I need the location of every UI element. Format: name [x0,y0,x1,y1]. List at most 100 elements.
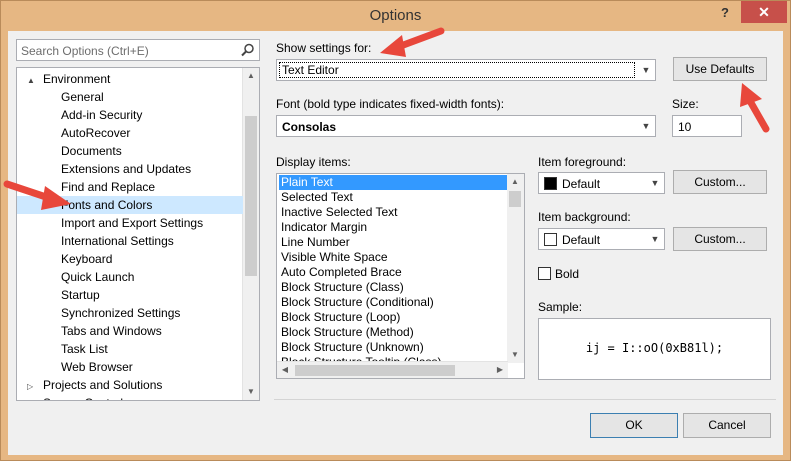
tree-item[interactable]: ▲ Environment [17,70,243,88]
size-field[interactable]: 10 [672,115,742,137]
tree-item-label: Documents [61,144,122,158]
show-settings-combo[interactable]: Text Editor ▼ [276,59,656,81]
display-item[interactable]: Block Structure (Conditional) [279,295,507,310]
tree-item[interactable]: Task List [17,340,243,358]
display-item[interactable]: Visible White Space [279,250,507,265]
scroll-up-icon[interactable]: ▲ [243,68,259,84]
search-placeholder: Search Options (Ctrl+E) [21,44,149,58]
tree-item[interactable]: Import and Export Settings [17,214,243,232]
list-scroll-thumb[interactable] [509,191,521,207]
font-label: Font (bold type indicates fixed-width fo… [276,97,505,111]
annotation-arrow-fonts-colors [3,180,71,210]
tree-item[interactable]: ▷ Projects and Solutions [17,376,243,394]
scroll-right-icon[interactable]: ▶ [492,362,508,378]
background-value: Default [562,233,601,247]
tree-item-label: Web Browser [61,360,133,374]
chevron-down-icon: ▼ [641,65,651,75]
tree-item-label: Add-in Security [61,108,143,122]
display-item[interactable]: Block Structure (Loop) [279,310,507,325]
background-custom-button[interactable]: Custom... [673,227,767,251]
tree-item-label: Task List [61,342,108,356]
tree-item[interactable]: International Settings [17,232,243,250]
help-button[interactable]: ? [713,3,737,23]
tree-item[interactable]: Web Browser [17,358,243,376]
bold-checkbox[interactable] [538,267,551,280]
tree-item-label: Projects and Solutions [43,378,163,392]
tree-item[interactable]: Synchronized Settings [17,304,243,322]
item-foreground-label: Item foreground: [538,155,627,169]
dialog-title: Options [369,7,422,24]
chevron-down-icon: ▼ [650,178,660,188]
display-item[interactable]: Inactive Selected Text [279,205,507,220]
show-settings-value: Text Editor [279,62,635,78]
foreground-value: Default [562,177,601,191]
tree-item[interactable]: Keyboard [17,250,243,268]
font-combo[interactable]: Consolas ▼ [276,115,656,137]
item-foreground-combo[interactable]: Default ▼ [538,172,665,194]
cancel-button[interactable]: Cancel [683,413,771,438]
sample-label: Sample: [538,300,583,314]
tree-item-label: Import and Export Settings [61,216,204,230]
tree-scroll-thumb[interactable] [245,116,257,276]
tree-item[interactable]: Startup [17,286,243,304]
foreground-color-swatch [544,177,557,190]
scroll-down-icon[interactable]: ▼ [507,347,523,363]
scroll-left-icon[interactable]: ◀ [277,362,293,378]
sample-text: ij = I::oO(0xB81l); [585,341,724,355]
scroll-up-icon[interactable]: ▲ [507,174,523,190]
tree-item-label: Environment [43,72,111,86]
tree-item-label: Source Control [43,396,123,400]
sample-preview: ij = I::oO(0xB81l); [538,318,771,380]
tree-item[interactable]: AutoRecover [17,124,243,142]
display-item[interactable]: Indicator Margin [279,220,507,235]
display-items-label: Display items: [276,155,351,169]
display-items-hscrollbar[interactable]: ◀ ▶ [277,361,508,378]
display-items-list[interactable]: Block Structure Tooltip (Conditional)Blo… [276,173,525,379]
size-value: 10 [678,120,692,134]
annotation-arrow-use-defaults [740,83,770,133]
tree-item-label: Startup [61,288,100,302]
display-items-scrollbar[interactable]: ▲ ▼ [507,174,524,363]
tree-item[interactable]: Tabs and Windows [17,322,243,340]
tree-expander-icon[interactable]: ▷ [27,396,37,400]
footer-separator [274,399,776,400]
display-item[interactable]: Plain Text [279,175,507,190]
display-item[interactable]: Block Structure (Class) [279,280,507,295]
chevron-down-icon: ▼ [650,234,660,244]
list-hscroll-thumb[interactable] [295,365,455,376]
search-icon[interactable] [241,43,255,57]
display-item[interactable]: Block Structure (Method) [279,325,507,340]
tree-item[interactable]: Add-in Security [17,106,243,124]
show-settings-label: Show settings for: [276,41,372,55]
tree-item[interactable]: General [17,88,243,106]
display-item[interactable]: Line Number [279,235,507,250]
tree-item[interactable]: Quick Launch [17,268,243,286]
dialog-client-area: Search Options (Ctrl+E) ▲ ▼ ▲ Environment… [8,31,783,455]
close-button[interactable]: ✕ [741,1,787,23]
scroll-down-icon[interactable]: ▼ [243,384,259,400]
annotation-arrow-show-settings [380,27,445,57]
size-label: Size: [672,97,699,111]
display-item[interactable]: Auto Completed Brace [279,265,507,280]
tree-item-label: Tabs and Windows [61,324,162,338]
options-dialog: Options ? ✕ Search Options (Ctrl+E) ▲ ▼ … [0,0,791,461]
item-background-combo[interactable]: Default ▼ [538,228,665,250]
display-item[interactable]: Selected Text [279,190,507,205]
tree-item[interactable]: Documents [17,142,243,160]
background-color-swatch [544,233,557,246]
tree-scrollbar[interactable]: ▲ ▼ [242,68,259,400]
tree-item-label: Quick Launch [61,270,135,284]
use-defaults-button[interactable]: Use Defaults [673,57,767,81]
bold-label[interactable]: Bold [555,267,579,281]
tree-item[interactable]: ▷ Source Control [17,394,243,400]
tree-item-label: Extensions and Updates [61,162,192,176]
tree-item-label: International Settings [61,234,174,248]
item-background-label: Item background: [538,210,631,224]
tree-item-label: AutoRecover [61,126,131,140]
foreground-custom-button[interactable]: Custom... [673,170,767,194]
options-tree[interactable]: ▲ ▼ ▲ Environment General Add-in Security Au… [16,67,260,401]
display-item[interactable]: Block Structure (Unknown) [279,340,507,355]
font-value: Consolas [282,120,337,134]
ok-button[interactable]: OK [590,413,678,438]
search-options-input[interactable]: Search Options (Ctrl+E) [16,39,260,61]
